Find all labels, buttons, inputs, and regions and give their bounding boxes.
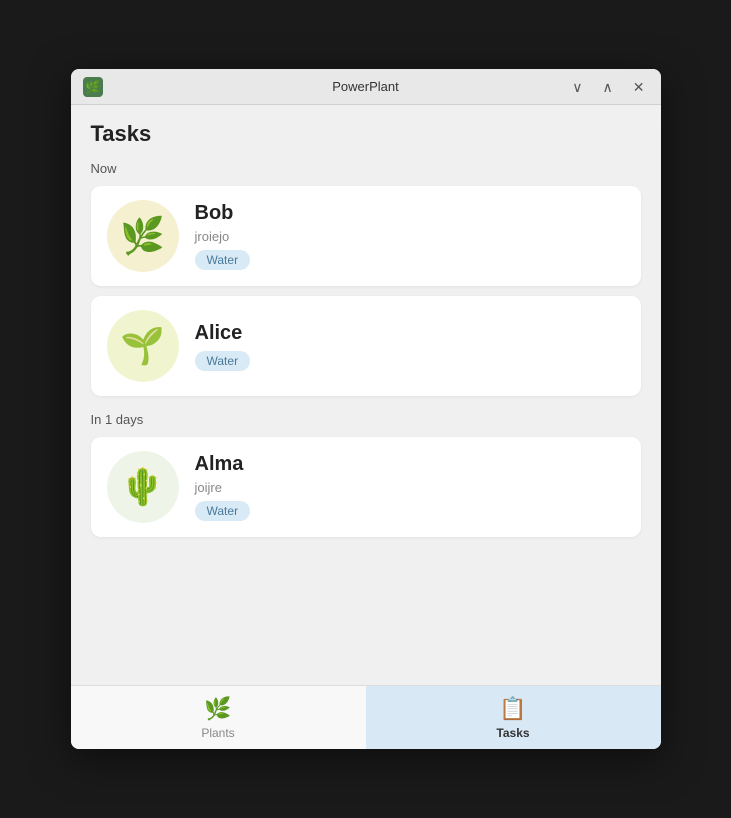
tasks-icon: 📋 <box>499 696 526 722</box>
plant-subtitle-bob: jroiejo <box>195 229 251 244</box>
nav-item-tasks[interactable]: 📋 Tasks <box>366 686 661 749</box>
plant-card-alice[interactable]: 🌱 Alice Water <box>91 296 641 396</box>
plant-info-alma: Alma joijre Water <box>195 453 251 521</box>
plant-tag-alma[interactable]: Water <box>195 501 251 521</box>
maximize-button[interactable]: ∧ <box>599 78 617 96</box>
plant-name-bob: Bob <box>195 202 251 225</box>
plant-info-bob: Bob jroiejo Water <box>195 202 251 270</box>
window-title: PowerPlant <box>332 79 398 94</box>
plant-info-alice: Alice Water <box>195 322 251 371</box>
window-controls: ∨ ∧ ✕ <box>568 78 648 96</box>
app-icon: 🌿 <box>83 77 103 97</box>
plant-tag-alice[interactable]: Water <box>195 351 251 371</box>
plant-name-alma: Alma <box>195 453 251 476</box>
nav-label-plants: Plants <box>201 726 234 740</box>
plant-card-bob[interactable]: 🌿 Bob jroiejo Water <box>91 186 641 286</box>
page-title: Tasks <box>91 121 641 147</box>
plant-avatar-alma: 🌵 <box>107 451 179 523</box>
plant-tag-bob[interactable]: Water <box>195 250 251 270</box>
section-label-in1days: In 1 days <box>91 412 641 427</box>
app-window: 🌿 PowerPlant ∨ ∧ ✕ Tasks Now 🌿 Bob jroie… <box>71 69 661 749</box>
plant-card-alma[interactable]: 🌵 Alma joijre Water <box>91 437 641 537</box>
minimize-button[interactable]: ∨ <box>568 78 586 96</box>
content-area: Tasks Now 🌿 Bob jroiejo Water 🌱 Alice Wa… <box>71 105 661 685</box>
app-icon-glyph: 🌿 <box>85 80 100 94</box>
plant-subtitle-alma: joijre <box>195 480 251 495</box>
title-bar: 🌿 PowerPlant ∨ ∧ ✕ <box>71 69 661 105</box>
section-label-now: Now <box>91 161 641 176</box>
nav-item-plants[interactable]: 🌿 Plants <box>71 686 366 749</box>
plant-name-alice: Alice <box>195 322 251 345</box>
plants-icon: 🌿 <box>204 696 231 722</box>
nav-label-tasks: Tasks <box>496 726 529 740</box>
plant-avatar-bob: 🌿 <box>107 200 179 272</box>
plant-avatar-alice: 🌱 <box>107 310 179 382</box>
bottom-nav: 🌿 Plants 📋 Tasks <box>71 685 661 749</box>
close-button[interactable]: ✕ <box>629 78 649 96</box>
